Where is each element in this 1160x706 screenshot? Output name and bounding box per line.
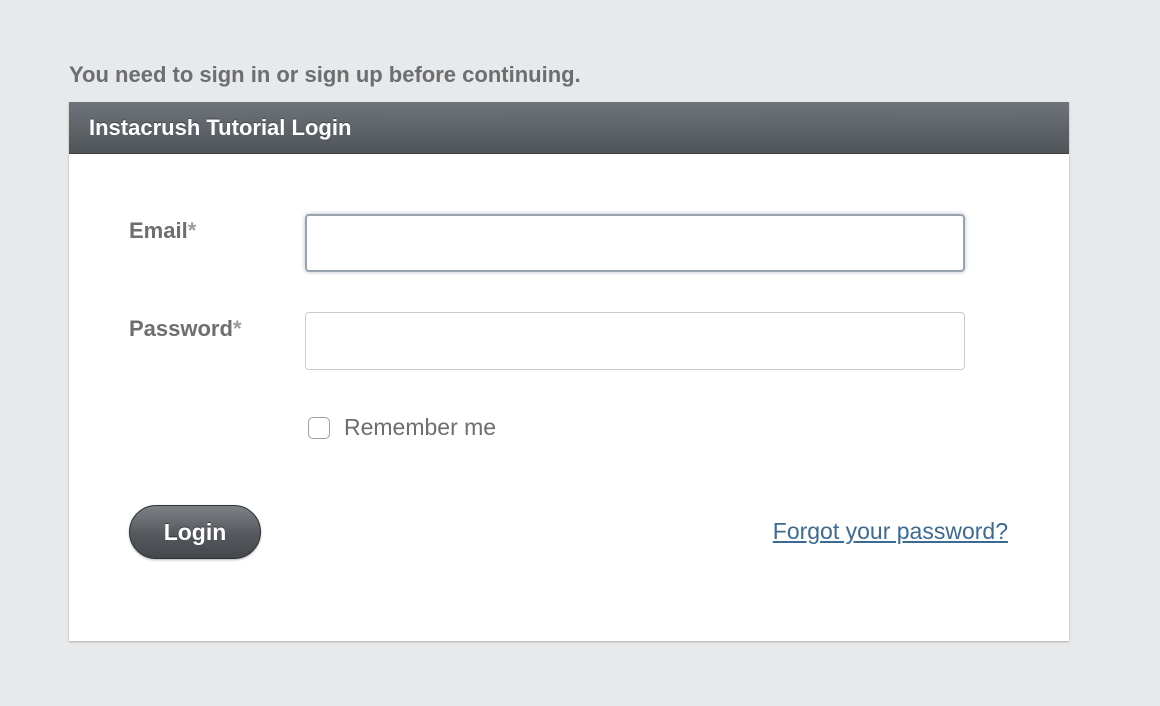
email-label-text: Email bbox=[129, 218, 188, 243]
login-panel: Instacrush Tutorial Login Email* Passwor… bbox=[69, 102, 1069, 641]
forgot-password-link[interactable]: Forgot your password? bbox=[773, 518, 1008, 545]
password-label-text: Password bbox=[129, 316, 233, 341]
email-label: Email* bbox=[129, 218, 196, 244]
password-label: Password* bbox=[129, 316, 242, 342]
remember-me-label[interactable]: Remember me bbox=[344, 414, 496, 441]
remember-me-checkbox[interactable] bbox=[308, 416, 330, 439]
email-required-marker: * bbox=[187, 218, 197, 243]
password-required-marker: * bbox=[232, 316, 242, 341]
password-field[interactable] bbox=[305, 312, 965, 370]
email-field[interactable] bbox=[305, 214, 965, 272]
login-button[interactable]: Login bbox=[129, 505, 261, 559]
remember-me[interactable]: Remember me bbox=[308, 414, 496, 441]
panel-title: Instacrush Tutorial Login bbox=[69, 102, 1069, 154]
flash-notice: You need to sign in or sign up before co… bbox=[69, 62, 581, 87]
